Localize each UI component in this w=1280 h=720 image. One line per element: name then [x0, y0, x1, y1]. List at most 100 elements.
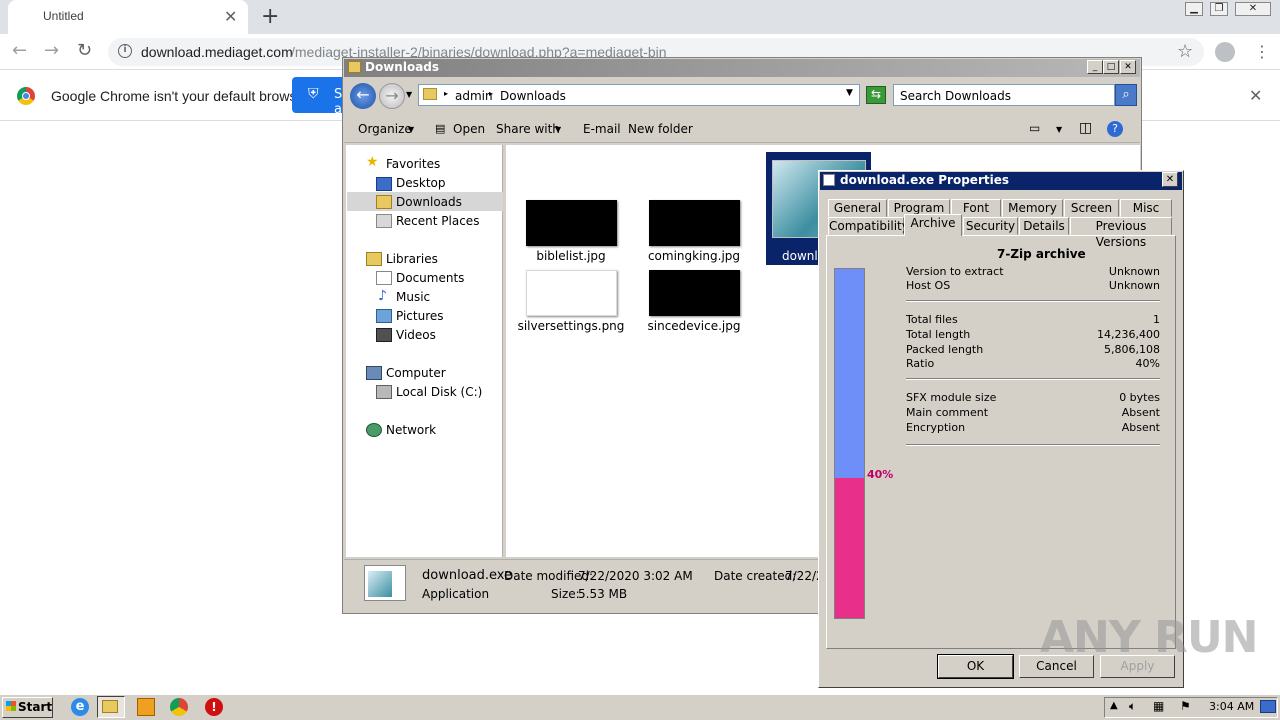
change-view-icon[interactable]: ▭: [1029, 121, 1040, 135]
view-dropdown-icon[interactable]: ▼: [1056, 125, 1062, 134]
explorer-titlebar[interactable]: [344, 59, 1140, 77]
search-input[interactable]: Search Downloads: [893, 84, 1115, 106]
nav-favorites[interactable]: Favorites: [386, 157, 440, 171]
nav-network[interactable]: Network: [386, 423, 436, 437]
nav-videos[interactable]: Videos: [396, 328, 436, 342]
bookmark-star-icon[interactable]: ☆: [1177, 41, 1193, 62]
tab-details[interactable]: Details: [1019, 217, 1069, 235]
nav-computer[interactable]: Computer: [386, 366, 446, 380]
archive-tab-panel: [826, 235, 1176, 649]
preview-pane-icon[interactable]: ◫: [1079, 120, 1092, 136]
chevron-down-icon: ▼: [408, 125, 415, 134]
tab-compatibility[interactable]: Compatibility: [828, 217, 909, 235]
breadcrumb-arrow-icon[interactable]: ▸: [444, 89, 448, 98]
prop-label: Packed length: [906, 343, 984, 356]
help-icon[interactable]: ?: [1107, 121, 1123, 137]
prop-label: Total files: [906, 313, 958, 326]
history-dropdown-icon[interactable]: ▼: [406, 90, 412, 99]
restore-button[interactable]: ❐: [1210, 2, 1228, 16]
nav-pictures[interactable]: Pictures: [396, 309, 444, 323]
archive-type-title: 7-Zip archive: [997, 247, 1086, 261]
security-alert-icon[interactable]: !: [205, 698, 223, 716]
breadcrumb-downloads[interactable]: Downloads: [500, 89, 566, 103]
explorer-back-button[interactable]: ←: [350, 83, 376, 109]
nav-local-disk[interactable]: Local Disk (C:): [396, 385, 482, 399]
nav-music[interactable]: Music: [396, 290, 430, 304]
tab-security[interactable]: Security: [963, 217, 1018, 235]
tray-expand-icon[interactable]: ▲: [1110, 700, 1118, 711]
share-with-button[interactable]: Share with: [496, 122, 560, 136]
search-icon[interactable]: ⌕: [1115, 84, 1137, 106]
explorer-close-button[interactable]: ✕: [1120, 60, 1136, 74]
new-tab-icon[interactable]: +: [261, 4, 279, 29]
breadcrumb-arrow-icon[interactable]: ▸: [489, 89, 493, 98]
open-button[interactable]: Open: [453, 122, 485, 136]
tab-archive[interactable]: Archive: [904, 214, 962, 236]
nav-recent-places[interactable]: Recent Places: [396, 214, 479, 228]
show-desktop-icon[interactable]: [1260, 700, 1276, 713]
tab-general[interactable]: General: [828, 199, 887, 217]
open-icon: ▤: [435, 122, 446, 135]
file-name[interactable]: sincedevice.jpg: [634, 319, 754, 333]
file-name[interactable]: biblelist.jpg: [511, 249, 631, 263]
taskbar-clock[interactable]: 3:04 AM: [1209, 700, 1254, 713]
nav-downloads[interactable]: Downloads: [396, 195, 462, 209]
ok-button[interactable]: OK: [937, 654, 1014, 679]
explorer-minimize-button[interactable]: _: [1087, 60, 1103, 74]
chrome-taskbar-icon[interactable]: [170, 698, 188, 716]
close-window-button[interactable]: ✕: [1235, 2, 1271, 16]
refresh-button[interactable]: ⇆: [866, 86, 886, 104]
file-thumbnail[interactable]: [649, 270, 740, 316]
file-name[interactable]: comingking.jpg: [634, 249, 754, 263]
explorer-maximize-button[interactable]: □: [1103, 60, 1119, 74]
breadcrumb-admin[interactable]: admin: [455, 89, 493, 103]
size-label: Size:: [551, 587, 580, 601]
date-modified-value: 7/22/2020 3:02 AM: [578, 569, 693, 583]
tab-misc[interactable]: Misc: [1120, 199, 1172, 217]
new-folder-button[interactable]: New folder: [628, 122, 693, 136]
pictures-icon: [376, 309, 392, 323]
forward-arrow-icon[interactable]: →: [44, 40, 59, 61]
prop-value: Absent: [1121, 421, 1160, 434]
tab-close-icon[interactable]: ✕: [224, 7, 237, 26]
desktop-icon: [376, 177, 392, 191]
details-file-name: download.exe: [422, 568, 513, 583]
prop-label: SFX module size: [906, 391, 997, 404]
back-arrow-icon[interactable]: ←: [12, 40, 27, 61]
size-value: 5.53 MB: [578, 587, 628, 601]
kebab-menu-icon[interactable]: ⋮: [1254, 42, 1270, 61]
action-center-flag-icon[interactable]: ⚑: [1180, 699, 1191, 713]
file-name[interactable]: silversettings.png: [511, 319, 631, 333]
nav-libraries[interactable]: Libraries: [386, 252, 438, 266]
reload-icon[interactable]: ↻: [77, 40, 92, 61]
media-player-icon[interactable]: [137, 698, 155, 716]
explorer-forward-button[interactable]: →: [379, 83, 405, 109]
libraries-icon: [366, 252, 382, 266]
profile-avatar-icon[interactable]: [1215, 42, 1235, 62]
tab-screen[interactable]: Screen: [1064, 199, 1119, 217]
infobar-close-icon[interactable]: ✕: [1249, 86, 1262, 105]
prop-label: Ratio: [906, 357, 935, 370]
file-thumbnail[interactable]: [526, 200, 617, 246]
star-icon: ★: [366, 154, 379, 170]
nav-documents[interactable]: Documents: [396, 271, 464, 285]
nav-desktop[interactable]: Desktop: [396, 176, 446, 190]
minimize-button[interactable]: ▁: [1185, 2, 1203, 16]
file-thumbnail[interactable]: [526, 270, 617, 316]
network-status-icon[interactable]: ▦: [1153, 699, 1164, 713]
chrome-logo-center: [22, 92, 30, 100]
organize-button[interactable]: Organize: [358, 122, 412, 136]
prop-label: Encryption: [906, 421, 966, 434]
volume-icon[interactable]: 🔈︎: [1129, 699, 1136, 714]
prop-value: 5,806,108: [1104, 343, 1160, 356]
windows-logo-icon: [6, 701, 16, 711]
file-thumbnail[interactable]: [649, 200, 740, 246]
info-icon[interactable]: i: [118, 44, 132, 58]
email-button[interactable]: E-mail: [583, 122, 621, 136]
folder-icon: [102, 700, 118, 713]
properties-close-button[interactable]: ✕: [1162, 172, 1178, 187]
tab-previous-versions[interactable]: Previous Versions: [1070, 217, 1172, 249]
internet-explorer-icon[interactable]: e: [71, 698, 89, 716]
tab-memory[interactable]: Memory: [1002, 199, 1063, 217]
address-dropdown-icon[interactable]: ▼: [846, 88, 853, 98]
